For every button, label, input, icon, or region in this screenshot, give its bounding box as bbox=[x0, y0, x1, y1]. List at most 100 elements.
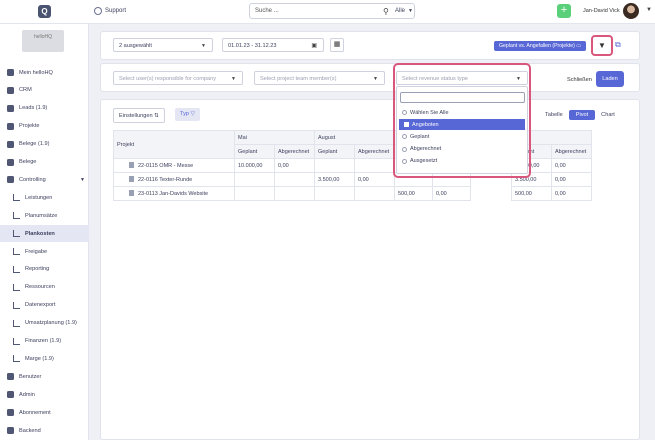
sidebar-item-label: Belege bbox=[19, 159, 37, 165]
sidebar-item-label: Backend bbox=[19, 427, 41, 434]
calendar-button[interactable]: ▦ bbox=[330, 38, 344, 52]
table-row[interactable]: 23-0113 Jan-Davids Website 500,00 0,00 500,… bbox=[113, 186, 592, 201]
sidebar-item-label: Plankosten bbox=[25, 230, 55, 237]
avatar[interactable] bbox=[623, 3, 639, 19]
revenue-status-option[interactable]: Wählen Sie Alle bbox=[397, 107, 527, 118]
sidebar-item-leistungen[interactable]: Leistungen bbox=[0, 189, 89, 206]
calendar-icon: ▦ bbox=[333, 41, 341, 48]
project-header[interactable]: Projekt bbox=[113, 130, 235, 159]
filter-toggle-button[interactable]: ▼ bbox=[591, 35, 613, 56]
user-name[interactable]: Jan-David Vick bbox=[583, 8, 620, 14]
view-pill-label: Geplant vs. Angefallen (Projekte) bbox=[499, 43, 575, 49]
margin-icon bbox=[13, 355, 20, 363]
file-icon bbox=[129, 162, 134, 168]
sidebar: helloHQ Mein helloHQ CRM Leads (1.9) Projek… bbox=[0, 24, 89, 440]
search-input[interactable]: Suche ... bbox=[255, 8, 279, 14]
gap bbox=[470, 186, 512, 201]
sidebar-item-backend[interactable]: Backend bbox=[0, 422, 89, 439]
sidebar-item-mein-hellohq[interactable]: Mein helloHQ bbox=[0, 64, 89, 81]
revenue-status-select[interactable]: Select revenue status type ▼ bbox=[396, 71, 528, 85]
value-cell: 0,00 bbox=[551, 172, 592, 187]
checkbox-icon[interactable] bbox=[402, 146, 407, 152]
settings-button[interactable]: Einstellungen ⇅ bbox=[113, 108, 165, 123]
date-range-field[interactable]: 01.01.23 - 31.12.23 ▣ bbox=[222, 38, 324, 52]
tab-table[interactable]: Tabelle bbox=[545, 112, 563, 118]
selection-value: 2 ausgewählt bbox=[119, 43, 152, 49]
type-filter-button[interactable]: Typ ▽ bbox=[175, 108, 200, 121]
sidebar-item-freigabe[interactable]: Freigabe bbox=[0, 243, 89, 260]
dropdown-search-input[interactable] bbox=[400, 92, 525, 103]
checkbox-icon[interactable] bbox=[402, 134, 407, 140]
filter-icon: ▼ bbox=[598, 41, 606, 50]
checkbox-icon[interactable] bbox=[402, 158, 407, 164]
tag-icon bbox=[7, 104, 14, 112]
value-cell bbox=[354, 186, 395, 201]
sidebar-item-abonnement[interactable]: Abonnement bbox=[0, 404, 89, 421]
revenue-status-option[interactable]: Geplant bbox=[397, 131, 527, 142]
value-cell bbox=[314, 158, 355, 173]
project-name-cell: 22-0116 Texter-Runde bbox=[113, 172, 235, 187]
open-external-button[interactable]: ⧉ bbox=[615, 40, 621, 50]
checkbox-icon[interactable] bbox=[402, 110, 407, 115]
chevron-down-icon: ▼ bbox=[516, 76, 521, 82]
revenue-status-option[interactable]: Abgerechnet bbox=[397, 144, 527, 155]
sidebar-item-crm[interactable]: CRM bbox=[0, 82, 89, 99]
folder-icon bbox=[7, 122, 14, 130]
sidebar-item-projekte[interactable]: Projekte bbox=[0, 118, 89, 135]
support-link[interactable]: Support bbox=[94, 7, 126, 15]
sidebar-item-belege-1-9[interactable]: Belege (1.9) bbox=[0, 136, 89, 153]
sidebar-item-planumsätze[interactable]: Planumsätze bbox=[0, 207, 89, 224]
responsible-user-select[interactable]: Select user(s) responsible for company ▼ bbox=[113, 71, 243, 85]
selection-dropdown[interactable]: 2 ausgewählt ▼ bbox=[113, 38, 213, 52]
brand-logo: helloHQ bbox=[22, 30, 64, 52]
sidebar-item-reporting[interactable]: Reporting bbox=[0, 261, 89, 278]
add-button[interactable]: + bbox=[557, 4, 571, 18]
chevron-down-icon[interactable]: ▼ bbox=[646, 7, 652, 13]
project-name[interactable]: 22-0115 OMR - Messe bbox=[138, 163, 193, 169]
sidebar-item-label: Controlling bbox=[19, 176, 46, 183]
sidebar-item-datenexport[interactable]: Datenexport bbox=[0, 297, 89, 314]
controlling-icon bbox=[7, 176, 14, 184]
sidebar-item-label: Ressourcen bbox=[25, 284, 55, 291]
mai-billed-header: Abgerechnet bbox=[274, 144, 315, 159]
value-cell bbox=[274, 172, 315, 187]
option-label: Ausgesetzt bbox=[410, 158, 438, 165]
sidebar-item-benutzer[interactable]: Benutzer bbox=[0, 368, 89, 385]
global-search[interactable]: Suche ... ⚲ Alle ▼ bbox=[249, 3, 415, 19]
team-member-select[interactable]: Select project team member(s) ▼ bbox=[254, 71, 385, 85]
settings-label: Einstellungen bbox=[119, 113, 153, 119]
sidebar-item-umsatzplanung-1-9[interactable]: Umsatzplanung (1.9) bbox=[0, 315, 89, 332]
tab-chart[interactable]: Chart bbox=[601, 112, 615, 118]
revenue-status-options: Wählen Sie Alle Angeboten Geplant Abgerechn… bbox=[396, 86, 528, 174]
sidebar-item-marge-1-9[interactable]: Marge (1.9) bbox=[0, 350, 89, 367]
revenue-status-option[interactable]: Angeboten bbox=[399, 119, 525, 131]
sidebar-item-ressourcen[interactable]: Ressourcen bbox=[0, 279, 89, 296]
project-name[interactable]: 22-0116 Texter-Runde bbox=[138, 177, 192, 183]
sidebar-item-plankosten[interactable]: Plankosten bbox=[0, 225, 89, 243]
export-icon bbox=[13, 301, 20, 309]
app-logo[interactable]: Q bbox=[38, 5, 51, 18]
sidebar-item-label: Leads (1.9) bbox=[19, 105, 48, 112]
sidebar-item-controlling[interactable]: Controlling ▼ bbox=[0, 171, 89, 188]
project-name[interactable]: 23-0113 Jan-Davids Website bbox=[138, 191, 208, 197]
load-button[interactable]: Laden bbox=[596, 71, 624, 87]
reporting-icon bbox=[13, 265, 20, 273]
sidebar-item-belege[interactable]: Belege bbox=[0, 154, 89, 171]
view-pill[interactable]: Geplant vs. Angefallen (Projekte) ▭ bbox=[494, 41, 587, 51]
sidebar-item-finanzen-1-9[interactable]: Finanzen (1.9) bbox=[0, 333, 89, 350]
support-icon bbox=[94, 7, 102, 15]
finance-icon bbox=[13, 337, 20, 345]
chevron-down-icon[interactable]: ▼ bbox=[80, 177, 85, 183]
checkbox-icon[interactable] bbox=[404, 122, 409, 128]
revenue-status-option[interactable]: Ausgesetzt bbox=[397, 156, 527, 167]
calendar-clear-icon[interactable]: ▣ bbox=[311, 42, 317, 49]
close-button[interactable]: Schließen bbox=[567, 77, 592, 83]
tab-pivot[interactable]: Pivot bbox=[568, 110, 596, 120]
value-cell: 0,00 bbox=[551, 186, 592, 201]
option-label: Wählen Sie Alle bbox=[410, 109, 449, 116]
revenue-placeholder: Select revenue status type bbox=[402, 76, 468, 82]
sidebar-item-admin[interactable]: Admin bbox=[0, 386, 89, 403]
month-header-mai: Mai bbox=[234, 130, 315, 145]
search-scope-select[interactable]: Alle bbox=[395, 8, 405, 14]
sidebar-item-leads-1-9[interactable]: Leads (1.9) bbox=[0, 100, 89, 117]
